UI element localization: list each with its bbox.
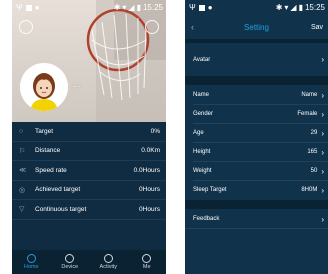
status-time: 15:25 [142, 3, 163, 12]
stat-label: Distance [35, 147, 61, 155]
row-label: Weight [193, 168, 212, 174]
stat-row-achieved: ◎ Achieved target 0Hours [12, 181, 166, 200]
row-value: Name [301, 92, 318, 98]
username: ... [73, 79, 81, 89]
name-row[interactable]: Name Name › [185, 86, 328, 104]
row-value: 50 [310, 168, 318, 174]
tab-label: Me [142, 264, 151, 270]
chevron-right-icon: › [321, 166, 324, 176]
stat-value: 0.0Hours [133, 166, 160, 174]
stat-row-target: ○ Target 0% [12, 122, 166, 142]
bottom-tab-bar: Home Device Activity Me [12, 250, 166, 274]
status-bar: Ψ ● ✱ ▾ ◢ ▮ 15:25 [185, 0, 328, 15]
chevron-right-icon: › [321, 90, 324, 100]
row-label: Feedback [193, 216, 220, 222]
avatar-row[interactable]: Avatar › [185, 43, 328, 76]
stat-value: 0Hours [139, 186, 160, 194]
gender-row[interactable]: Gender Female › [185, 105, 328, 123]
chevron-right-icon: › [321, 55, 324, 64]
row-label: Gender [193, 111, 214, 117]
home-screen: Ψ ● ✱ ▾ ◢ ▮ 15:25 ... ○ Target 0% ⚐ Dist… [12, 0, 166, 274]
sleep-target-row[interactable]: Sleep Target 8H0M › [185, 181, 328, 199]
settings-icon[interactable] [19, 20, 33, 34]
avatar[interactable] [20, 63, 68, 111]
target-icon: ○ [19, 127, 24, 135]
age-row[interactable]: Age 29 › [185, 124, 328, 142]
tab-label: Device [61, 264, 79, 270]
me-tab-icon [142, 254, 152, 263]
feedback-row[interactable]: Feedback › [185, 210, 328, 228]
signal-icon: ◢ [128, 3, 135, 12]
row-value: 8H0M [301, 187, 318, 193]
battery-icon: ▮ [136, 3, 141, 12]
location-icon: ● [34, 3, 40, 12]
speed-icon: ≪ [19, 167, 27, 175]
notification-icon [25, 4, 32, 11]
bluetooth-icon: ✱ [275, 3, 283, 12]
row-label: Height [193, 149, 211, 155]
home-tab-icon [26, 254, 36, 263]
row-label: Age [193, 130, 204, 136]
activity-tab-icon [103, 254, 113, 263]
stat-label: Speed rate [35, 166, 67, 174]
stat-value: 0.0Km [141, 147, 160, 155]
tab-activity[interactable]: Activity [89, 250, 128, 274]
flag-icon: ⚐ [19, 147, 26, 155]
hero-banner: Ψ ● ✱ ▾ ◢ ▮ 15:25 ... [12, 0, 166, 122]
signal-icon: ◢ [290, 3, 297, 12]
row-label: Sleep Target [193, 187, 227, 193]
section-divider [185, 76, 328, 85]
back-chevron-icon[interactable]: ‹ [191, 22, 194, 32]
tab-label: Activity [99, 264, 117, 270]
row-divider [185, 228, 328, 229]
device-tab-icon [65, 254, 75, 263]
tab-label: Home [23, 264, 39, 270]
stat-row-continuous: ▽ Continuous target 0Hours [12, 200, 166, 220]
tab-me[interactable]: Me [128, 250, 167, 274]
tab-home[interactable]: Home [12, 250, 51, 274]
share-icon[interactable] [145, 20, 159, 34]
bluetooth-icon: ✱ [113, 3, 121, 12]
stat-row-speed: ≪ Speed rate 0.0Hours [12, 161, 166, 181]
row-value: 29 [310, 130, 318, 136]
wifi-icon: ▾ [122, 3, 127, 12]
weight-row[interactable]: Weight 50 › [185, 162, 328, 180]
chevron-right-icon: › [321, 185, 324, 195]
setting-screen: Ψ ● ✱ ▾ ◢ ▮ 15:25 ‹ Setting Sav Avatar › Name… [185, 0, 328, 274]
row-label: Avatar [193, 56, 211, 63]
avatar-illustration [20, 63, 68, 111]
notification-icon [198, 4, 205, 11]
height-row[interactable]: Height 165 › [185, 143, 328, 161]
location-icon: ● [207, 3, 213, 12]
chevron-right-icon: › [321, 147, 324, 157]
chevron-right-icon: › [321, 214, 324, 224]
stat-label: Achieved target [35, 186, 81, 194]
chevron-right-icon: › [321, 128, 324, 138]
stat-label: Continuous target [35, 205, 87, 213]
page-title: Setting [244, 22, 269, 32]
setting-header: ‹ Setting Sav [185, 15, 328, 39]
wifi-icon: ▾ [284, 3, 289, 12]
achieved-icon: ◎ [19, 186, 26, 194]
continuous-icon: ▽ [19, 206, 25, 214]
row-value: Female [297, 111, 318, 117]
battery-icon: ▮ [298, 3, 303, 12]
status-time: 15:25 [304, 3, 325, 12]
section-divider [185, 200, 328, 209]
stat-row-distance: ⚐ Distance 0.0Km [12, 142, 166, 161]
stat-value: 0Hours [139, 205, 160, 213]
row-value: 165 [307, 149, 318, 155]
usb-icon: Ψ [16, 3, 23, 12]
stats-list: ○ Target 0% ⚐ Distance 0.0Km ≪ Speed rat… [12, 122, 166, 220]
tab-device[interactable]: Device [51, 250, 90, 274]
usb-icon: Ψ [189, 3, 196, 12]
stat-value: 0% [150, 127, 160, 135]
save-button[interactable]: Sav [311, 24, 323, 31]
row-label: Name [193, 92, 210, 98]
status-bar: Ψ ● ✱ ▾ ◢ ▮ 15:25 [12, 0, 166, 15]
stat-label: Target [35, 127, 54, 135]
chevron-right-icon: › [321, 109, 324, 119]
